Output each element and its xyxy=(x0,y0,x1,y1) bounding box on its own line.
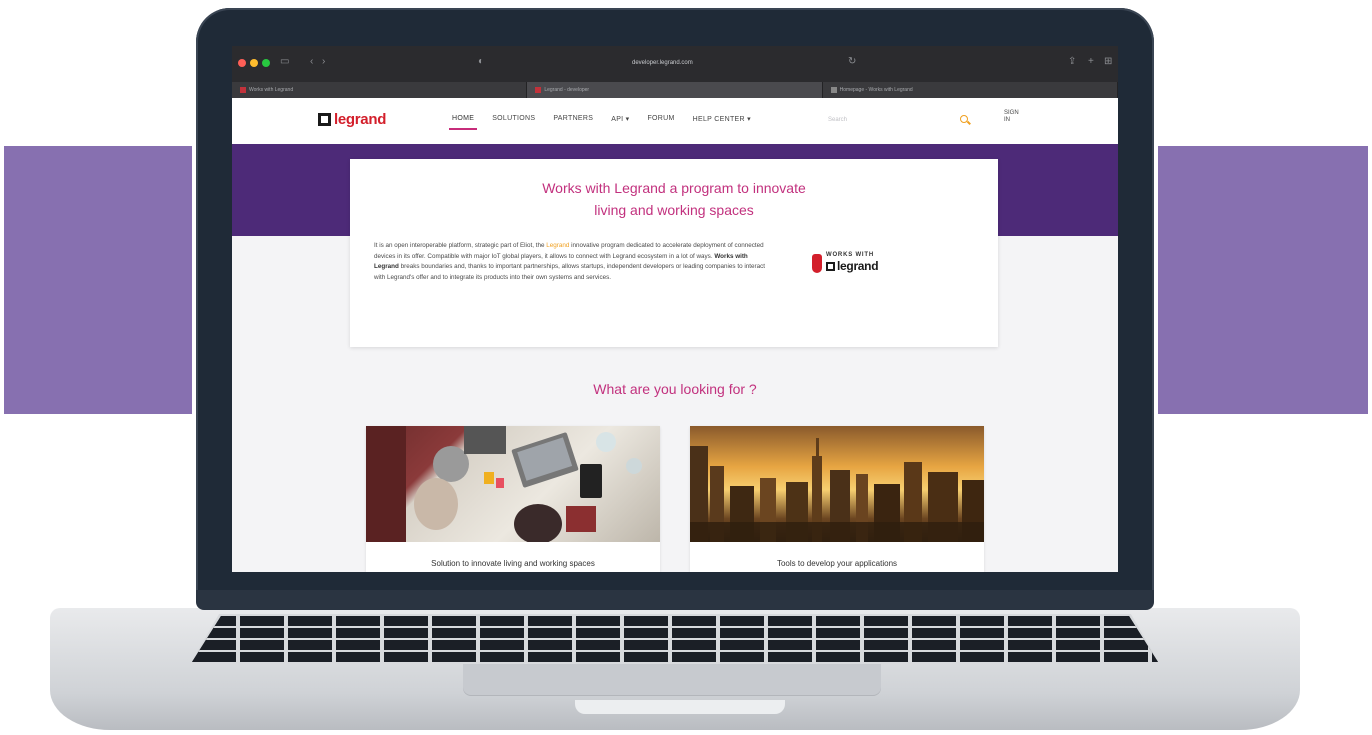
browser-tab[interactable]: Works with Legrand xyxy=(232,82,528,98)
tools-card[interactable]: Tools to develop your applications xyxy=(690,426,984,572)
intro-body: It is an open interoperable platform, st… xyxy=(374,241,770,283)
nav-partners[interactable]: PARTNERS xyxy=(553,115,593,123)
maximize-window-icon[interactable] xyxy=(262,59,270,67)
new-tab-icon[interactable]: + xyxy=(1088,56,1094,67)
legrand-logo-icon xyxy=(826,261,835,271)
tab-label: Works with Legrand xyxy=(249,87,294,93)
workspace-image xyxy=(366,426,660,542)
nav-help-center[interactable]: HELP CENTER ▾ xyxy=(693,115,751,123)
tab-label: Homepage - Works with Legrand xyxy=(839,87,913,93)
back-icon[interactable]: ‹ xyxy=(310,56,313,67)
main-nav: HOME SOLUTIONS PARTNERS API ▾ FORUM HELP… xyxy=(448,115,751,130)
browser-tab[interactable]: Legrand - developer xyxy=(527,82,823,98)
site-navbar: legrand HOME SOLUTIONS PARTNERS API ▾ FO… xyxy=(232,98,1118,144)
nav-home[interactable]: HOME xyxy=(448,115,478,130)
sign-in-link[interactable]: SIGN IN xyxy=(1004,110,1019,124)
browser-titlebar: ▭ ‹ › ◐ developer.legrand.com ↻ ⇪ + ⊞ xyxy=(232,46,1118,82)
legrand-logo-icon xyxy=(318,113,331,126)
logo-text: legrand xyxy=(334,111,387,128)
tab-favicon-icon xyxy=(830,86,837,93)
laptop-hinge xyxy=(196,590,1154,610)
city-skyline-image xyxy=(690,426,984,542)
intro-body-part1: It is an open interoperable platform, st… xyxy=(374,242,547,249)
laptop-trackpad xyxy=(463,664,881,696)
intro-title: Works with Legrand a program to innovate… xyxy=(350,177,998,221)
promo-stage: ▭ ‹ › ◐ developer.legrand.com ↻ ⇪ + ⊞ Wo… xyxy=(0,0,1372,735)
tab-overview-icon[interactable]: ⊞ xyxy=(1104,56,1112,67)
close-window-icon[interactable] xyxy=(238,59,246,67)
works-with-legrand-badge: WORKS WITH legrand xyxy=(812,252,879,273)
forward-icon[interactable]: › xyxy=(322,56,325,67)
shield-icon xyxy=(812,254,822,273)
nav-api[interactable]: API ▾ xyxy=(611,115,629,123)
legrand-logo[interactable]: legrand xyxy=(318,111,386,128)
tab-favicon-icon xyxy=(240,86,246,93)
purple-band-right xyxy=(1158,146,1368,414)
keyboard-rows xyxy=(192,616,1158,662)
minimize-window-icon[interactable] xyxy=(250,59,258,67)
reload-icon[interactable]: ↻ xyxy=(848,56,856,67)
search-input[interactable]: Search xyxy=(828,117,847,123)
purple-band-left xyxy=(4,146,192,414)
share-icon[interactable]: ⇪ xyxy=(1068,56,1076,67)
privacy-icon: ◐ xyxy=(478,56,485,67)
search-icon[interactable] xyxy=(960,115,968,123)
browser-tab-strip: Works with Legrand Legrand - developer H… xyxy=(232,82,1118,98)
tab-label: Legrand - developer xyxy=(544,87,590,93)
solutions-caption: Solution to innovate living and working … xyxy=(431,559,595,568)
badge-brand-text: legrand xyxy=(837,259,879,273)
nav-solutions[interactable]: SOLUTIONS xyxy=(492,115,535,123)
tab-favicon-icon xyxy=(535,86,542,93)
intro-title-line1: Works with Legrand a program to innovate xyxy=(542,180,806,196)
intro-body-highlight[interactable]: Legrand xyxy=(546,242,569,249)
tools-caption: Tools to develop your applications xyxy=(776,559,898,568)
intro-body-part3: breaks boundaries and, thanks to importa… xyxy=(374,263,765,281)
laptop-screen: ▭ ‹ › ◐ developer.legrand.com ↻ ⇪ + ⊞ Wo… xyxy=(232,46,1118,572)
nav-forum[interactable]: FORUM xyxy=(647,115,674,123)
solutions-card[interactable]: Solution to innovate living and working … xyxy=(366,426,660,572)
intro-title-line2: living and working spaces xyxy=(594,202,754,218)
badge-top-text: WORKS WITH xyxy=(826,252,874,258)
address-bar[interactable]: developer.legrand.com xyxy=(632,57,712,69)
looking-for-title: What are you looking for ? xyxy=(593,381,757,397)
intro-card: Works with Legrand a program to innovate… xyxy=(350,159,998,347)
browser-tab[interactable]: Homepage - Works with Legrand xyxy=(823,82,1118,98)
sidebar-icon[interactable]: ▭ xyxy=(280,56,289,67)
laptop-notch xyxy=(575,700,785,714)
